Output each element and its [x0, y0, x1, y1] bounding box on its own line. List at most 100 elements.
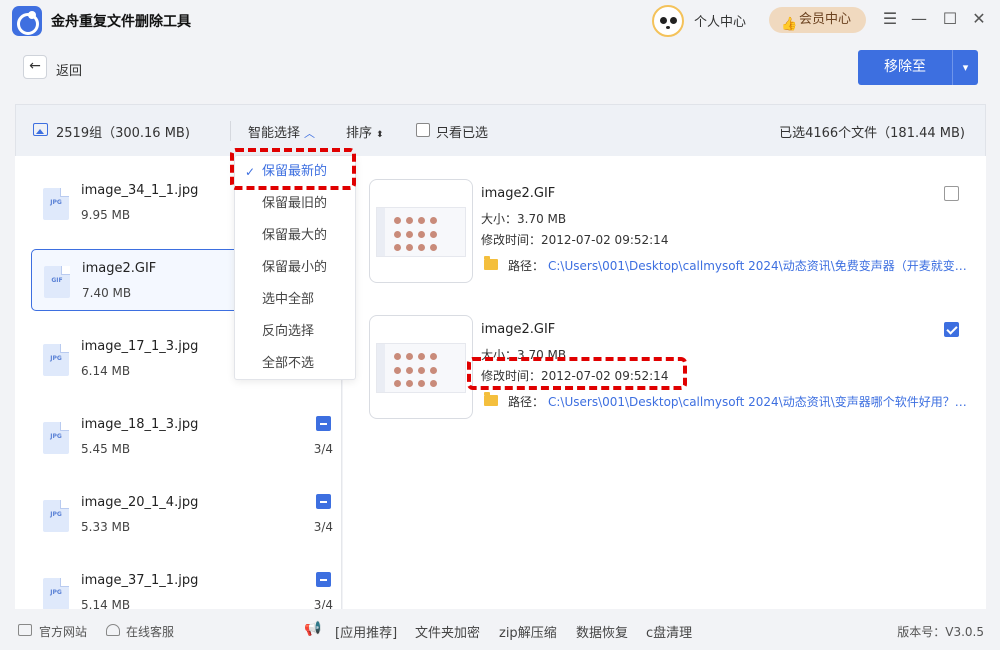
thumb-avatar	[418, 380, 425, 387]
close-icon[interactable]: ✕	[969, 9, 989, 29]
minimize-icon[interactable]: —	[909, 9, 929, 29]
group-file-name: image_34_1_1.jpg	[81, 183, 199, 198]
thumb-avatar	[430, 231, 437, 238]
title-bar: 金舟重复文件删除工具 个人中心 👍 会员中心 ☰ — ☐ ✕	[0, 0, 1000, 40]
smart-select-button[interactable]: 智能选择 ︿	[248, 122, 315, 141]
thumb-avatar	[418, 217, 425, 224]
version-label: 版本号：V3.0.5	[897, 625, 984, 639]
selected-summary: 已选4166个文件（181.44 MB)	[779, 126, 965, 141]
list-item[interactable]: JPG image_18_1_3.jpg 5.45 MB 3/4	[31, 406, 336, 468]
only-selected-label[interactable]: 只看已选	[436, 122, 488, 141]
group-file-size: 5.14 MB	[81, 598, 131, 609]
app-title: 金舟重复文件删除工具	[51, 14, 191, 30]
group-file-name: image2.GIF	[82, 261, 157, 276]
partial-check-icon[interactable]	[316, 572, 331, 587]
thumb-avatar	[418, 231, 425, 238]
group-file-name: image_18_1_3.jpg	[81, 417, 199, 432]
group-selected-count: 3/4	[313, 442, 333, 456]
thumb-avatar	[394, 380, 401, 387]
sort-label: 排序	[346, 126, 373, 141]
chevron-up-icon: ︿	[304, 127, 316, 140]
image-icon	[33, 123, 48, 136]
app-logo-icon	[12, 6, 42, 36]
file-name: image2.GIF	[481, 322, 556, 337]
file-path-link[interactable]: C:\Users\001\Desktop\callmysoft 2024\动态资…	[548, 257, 968, 274]
back-arrow-icon[interactable]: ←	[23, 55, 47, 79]
thumb-avatar	[418, 244, 425, 251]
thumbs-up-icon: 👍	[781, 17, 798, 32]
partial-check-icon[interactable]	[316, 416, 331, 431]
file-modified-time: 修改时间：2012-07-02 09:52:14	[481, 233, 669, 247]
user-avatar[interactable]	[652, 5, 684, 37]
monitor-icon	[18, 624, 32, 636]
thumb-avatar	[406, 217, 413, 224]
list-item[interactable]: JPG image_20_1_4.jpg 5.33 MB 3/4	[31, 484, 336, 546]
footer-link-folder-encrypt[interactable]: 文件夹加密	[415, 622, 480, 641]
menu-item-keep-smallest[interactable]: 保留最小的	[235, 252, 355, 284]
file-card: image2.GIF 大小：3.70 MB 修改时间：2012-07-02 09…	[368, 179, 968, 284]
sort-button[interactable]: 排序 ⬍	[346, 122, 384, 141]
official-website-link[interactable]: 官方网站	[39, 623, 87, 640]
thumb-avatar	[406, 367, 413, 374]
vip-center-button[interactable]: 👍 会员中心	[769, 7, 866, 33]
file-thumbnail[interactable]	[369, 179, 473, 283]
app-recommend-label: [应用推荐]	[335, 626, 398, 641]
menu-item-keep-oldest[interactable]: 保留最旧的	[235, 188, 355, 220]
thumb-avatar	[406, 380, 413, 387]
group-file-name: image_37_1_1.jpg	[81, 573, 199, 588]
file-checkbox-checked[interactable]	[944, 322, 959, 337]
group-file-name: image_17_1_3.jpg	[81, 339, 199, 354]
file-path-link[interactable]: C:\Users\001\Desktop\callmysoft 2024\动态资…	[548, 393, 968, 410]
only-selected-checkbox[interactable]	[416, 123, 430, 137]
file-path-label: 路径：	[508, 259, 545, 273]
thumb-avatar	[394, 353, 401, 360]
back-button[interactable]: 返回	[56, 60, 82, 79]
maximize-icon[interactable]: ☐	[940, 9, 960, 29]
menu-item-select-all[interactable]: 选中全部	[235, 284, 355, 316]
file-size: 大小：3.70 MB	[481, 212, 567, 226]
annotation-highlight-keep-newest	[230, 148, 356, 190]
thumb-avatar	[418, 367, 425, 374]
menu-item-select-none[interactable]: 全部不选	[235, 348, 355, 380]
thumb-avatar	[394, 367, 401, 374]
partial-check-icon[interactable]	[316, 494, 331, 509]
file-path-label: 路径：	[508, 395, 545, 409]
move-to-button[interactable]: 移除至 ▾	[858, 50, 978, 85]
footer-link-zip[interactable]: zip解压缩	[499, 622, 557, 641]
group-file-size: 5.45 MB	[81, 442, 131, 456]
thumb-avatar	[406, 231, 413, 238]
image-file-icon: JPG	[43, 188, 69, 220]
thumb-avatar	[406, 244, 413, 251]
file-thumbnail[interactable]	[369, 315, 473, 419]
menu-item-keep-largest[interactable]: 保留最大的	[235, 220, 355, 252]
sort-arrows-icon: ⬍	[376, 130, 384, 140]
image-file-icon: JPG	[43, 422, 69, 454]
image-file-icon: JPG	[43, 500, 69, 532]
folder-icon	[484, 256, 498, 270]
thumb-avatar	[418, 353, 425, 360]
footer-link-data-recovery[interactable]: 数据恢复	[576, 622, 628, 641]
thumb-avatar	[430, 367, 437, 374]
vip-center-label: 会员中心	[799, 12, 852, 27]
image-file-icon: GIF	[44, 266, 70, 298]
move-to-label[interactable]: 移除至	[858, 50, 952, 85]
personal-center-link[interactable]: 个人中心	[694, 11, 746, 30]
thumb-avatar	[406, 353, 413, 360]
menu-icon[interactable]: ☰	[880, 9, 900, 29]
list-item[interactable]: JPG image_37_1_1.jpg 5.14 MB 3/4	[31, 562, 336, 609]
footer: 官方网站 在线客服 📢 [应用推荐] 文件夹加密 zip解压缩 数据恢复 c盘清…	[0, 612, 1000, 650]
thumb-avatar	[394, 231, 401, 238]
image-file-icon: JPG	[43, 578, 69, 609]
group-file-size: 6.14 MB	[81, 364, 131, 378]
file-checkbox[interactable]	[944, 186, 959, 201]
smart-select-label: 智能选择	[248, 126, 301, 141]
group-file-name: image_20_1_4.jpg	[81, 495, 199, 510]
menu-item-invert-selection[interactable]: 反向选择	[235, 316, 355, 348]
file-name: image2.GIF	[481, 186, 556, 201]
thumb-avatar	[394, 217, 401, 224]
image-file-icon: JPG	[43, 344, 69, 376]
toolbar: 2519组（300.16 MB) 智能选择 ︿ 排序 ⬍ 只看已选 已选4166个文…	[15, 104, 986, 156]
footer-link-c-drive-clean[interactable]: c盘清理	[646, 622, 692, 641]
chevron-down-icon[interactable]: ▾	[953, 50, 978, 85]
online-support-link[interactable]: 在线客服	[126, 623, 174, 640]
